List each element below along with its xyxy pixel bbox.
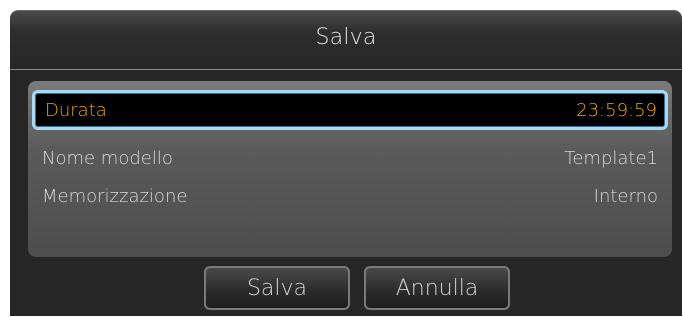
row-nome-modello-label: Nome modello [42, 147, 173, 169]
dialog-title: Salva [315, 25, 377, 50]
row-nome-modello[interactable]: Nome modello Template1 [28, 139, 672, 177]
cancel-button[interactable]: Annulla [364, 266, 510, 310]
row-durata-value: 23:59:59 [576, 99, 657, 121]
row-durata-label: Durata [45, 99, 107, 121]
save-button[interactable]: Salva [204, 266, 350, 310]
row-memorizzazione-value: Interno [593, 185, 658, 207]
save-dialog: Salva Durata 23:59:59 Nome modello Templ… [10, 10, 682, 316]
row-nome-modello-value: Template1 [564, 147, 658, 169]
row-memorizzazione-label: Memorizzazione [42, 185, 188, 207]
settings-panel: Durata 23:59:59 Nome modello Template1 M… [28, 81, 672, 257]
row-durata[interactable]: Durata 23:59:59 [32, 90, 668, 130]
row-memorizzazione[interactable]: Memorizzazione Interno [28, 177, 672, 215]
title-divider [10, 69, 682, 70]
